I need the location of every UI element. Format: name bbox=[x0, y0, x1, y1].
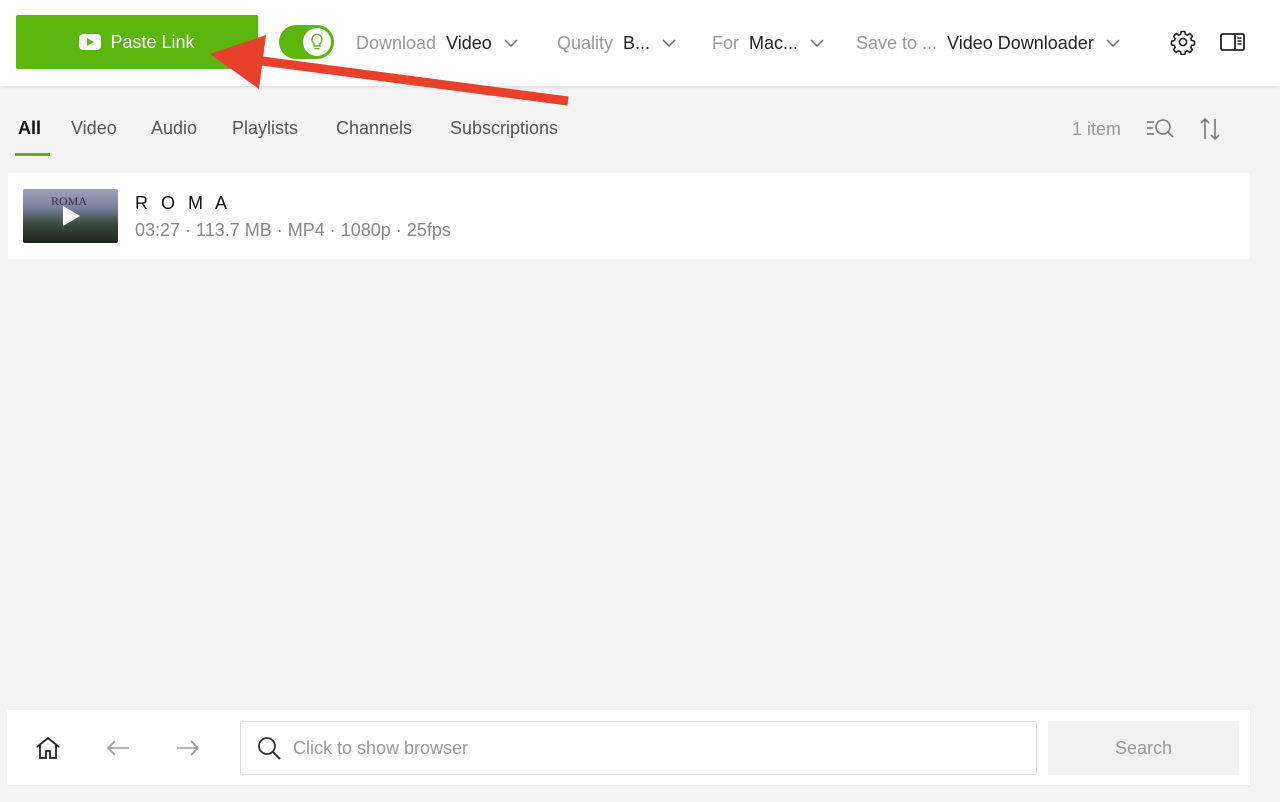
platform-value: Mac... bbox=[749, 32, 799, 53]
play-icon bbox=[63, 206, 80, 226]
save-to-value: Video Downloader bbox=[947, 32, 1094, 53]
tab-all[interactable]: All bbox=[18, 118, 41, 139]
sort-icon[interactable] bbox=[1198, 116, 1222, 142]
toolbar: Paste Link Download Video Quality B... F… bbox=[0, 0, 1280, 86]
youtube-icon bbox=[79, 34, 102, 50]
tab-audio[interactable]: Audio bbox=[151, 118, 197, 139]
save-to-label: Save to ... bbox=[856, 32, 938, 53]
chevron-down-icon bbox=[810, 39, 824, 48]
search-filter-icon[interactable] bbox=[1145, 116, 1175, 142]
chevron-down-icon bbox=[1106, 39, 1120, 48]
active-tab-indicator bbox=[15, 153, 50, 156]
platform-dropdown[interactable]: For Mac... bbox=[712, 30, 824, 56]
tab-channels[interactable]: Channels bbox=[336, 118, 412, 139]
search-button[interactable]: Search bbox=[1048, 721, 1239, 775]
home-icon[interactable] bbox=[34, 735, 62, 761]
paste-link-button[interactable]: Paste Link bbox=[16, 15, 258, 69]
platform-label: For bbox=[712, 32, 739, 53]
browser-bar: Search bbox=[7, 710, 1250, 785]
download-type-value: Video bbox=[446, 32, 492, 53]
item-title: R O M A bbox=[135, 193, 232, 213]
search-icon bbox=[258, 737, 281, 760]
item-count: 1 item bbox=[1072, 119, 1122, 139]
download-type-label: Download bbox=[356, 32, 437, 53]
item-meta: 03:27 · 113.7 MB · MP4 · 1080p · 25fps bbox=[135, 220, 451, 240]
forward-arrow-icon[interactable] bbox=[174, 735, 202, 761]
paste-link-label: Paste Link bbox=[110, 31, 195, 52]
back-arrow-icon[interactable] bbox=[104, 735, 132, 761]
save-to-dropdown[interactable]: Save to ... Video Downloader bbox=[856, 30, 1120, 56]
video-thumbnail[interactable]: ROMA bbox=[23, 189, 118, 243]
download-type-dropdown[interactable]: Download Video bbox=[356, 30, 518, 56]
quality-value: B... bbox=[623, 32, 651, 53]
tab-subscriptions[interactable]: Subscriptions bbox=[450, 118, 558, 139]
sidebar-panel-icon[interactable] bbox=[1220, 29, 1245, 55]
tab-video[interactable]: Video bbox=[71, 118, 117, 139]
quality-label: Quality bbox=[557, 32, 614, 53]
chevron-down-icon bbox=[504, 39, 518, 48]
tab-playlists[interactable]: Playlists bbox=[232, 118, 298, 139]
chevron-down-icon bbox=[662, 39, 676, 48]
lightbulb-icon bbox=[303, 28, 331, 56]
quality-dropdown[interactable]: Quality B... bbox=[557, 30, 676, 56]
browser-search-input[interactable] bbox=[293, 737, 993, 759]
list-item[interactable]: ROMA R O M A 03:27 · 113.7 MB · MP4 · 10… bbox=[8, 173, 1250, 259]
settings-gear-icon[interactable] bbox=[1170, 29, 1196, 55]
browser-search-field[interactable] bbox=[240, 721, 1037, 775]
smart-mode-toggle[interactable] bbox=[279, 25, 334, 59]
